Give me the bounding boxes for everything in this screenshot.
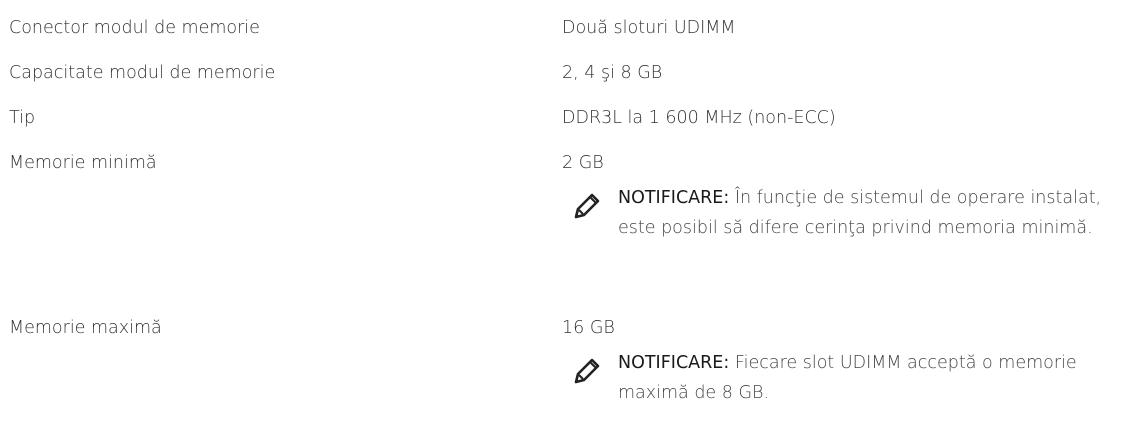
note-text: NOTIFICARE: În funcţie de sistemul de op… <box>618 183 1138 243</box>
pencil-icon <box>572 191 604 219</box>
pencil-icon <box>572 356 604 384</box>
note-minimum-memory: NOTIFICARE: În funcţie de sistemul de op… <box>9 175 1139 295</box>
spec-value: 2 GB <box>562 153 604 173</box>
spec-label: Conector modul de memorie <box>9 18 260 38</box>
spec-label: Capacitate modul de memorie <box>9 63 276 83</box>
spec-value: 2, 4 şi 8 GB <box>562 63 663 83</box>
spec-label: Memorie maximă <box>9 318 162 338</box>
note-text: NOTIFICARE: Fiecare slot UDIMM acceptă o… <box>618 348 1138 408</box>
note-maximum-memory: NOTIFICARE: Fiecare slot UDIMM acceptă o… <box>9 340 1139 429</box>
spec-value: 16 GB <box>562 318 615 338</box>
note-label: NOTIFICARE: <box>618 353 730 373</box>
spec-value: Două sloturi UDIMM <box>562 18 736 38</box>
spec-value: DDR3L la 1 600 MHz (non-ECC) <box>562 108 836 128</box>
spec-label: Tip <box>9 108 36 128</box>
spec-label: Memorie minimă <box>9 153 157 173</box>
note-label: NOTIFICARE: <box>618 188 730 208</box>
